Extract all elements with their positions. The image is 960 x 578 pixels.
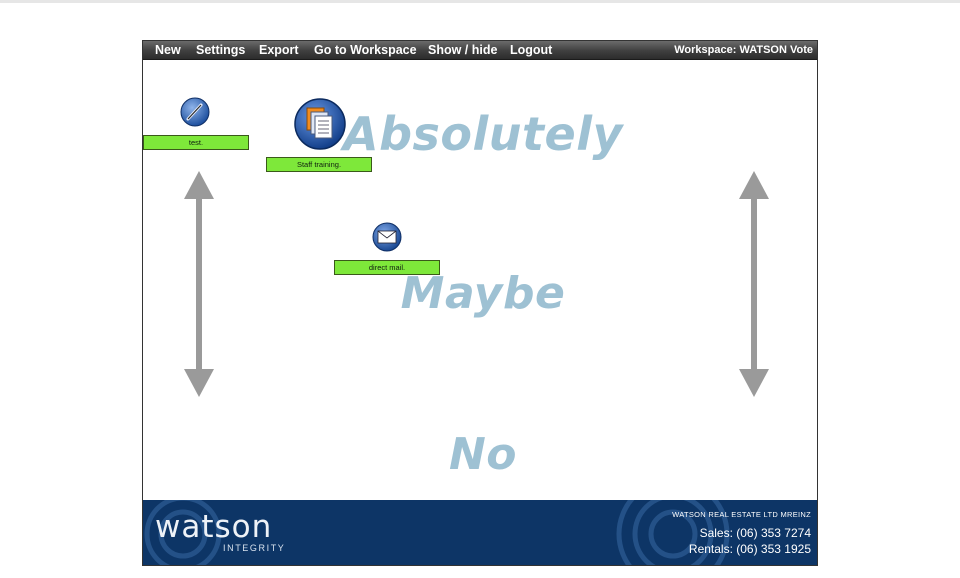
zone-label-no: No — [448, 429, 518, 480]
zone-label-maybe: Maybe — [400, 268, 566, 319]
documents-icon[interactable] — [294, 98, 346, 150]
menu-logout[interactable]: Logout — [510, 43, 552, 58]
zone-label-absolutely: Absolutely — [343, 107, 623, 161]
node-label-test[interactable]: test. — [143, 135, 249, 150]
brand-tagline: INTEGRITY — [223, 543, 286, 553]
vertical-arrow-right-icon — [739, 171, 769, 397]
browser-top-edge — [0, 0, 960, 3]
menu-settings[interactable]: Settings — [196, 43, 245, 58]
node-label-staff-training[interactable]: Staff training. — [266, 157, 372, 172]
company-name: WATSON REAL ESTATE LTD MREINZ — [672, 510, 811, 519]
vertical-arrow-left-icon — [184, 171, 214, 397]
rentals-phone: Rentals: (06) 353 1925 — [688, 542, 811, 556]
brand-logo: watson — [155, 509, 273, 545]
sales-phone: Sales: (06) 353 7274 — [699, 526, 811, 540]
pen-icon[interactable] — [180, 97, 210, 127]
menu-export[interactable]: Export — [259, 43, 299, 58]
node-label-direct-mail[interactable]: direct mail. — [334, 260, 440, 275]
workspace-window: New Settings Export Go to Workspace Show… — [142, 40, 818, 566]
menu-bar: New Settings Export Go to Workspace Show… — [143, 41, 817, 60]
footer-banner: watson INTEGRITY WATSON REAL ESTATE LTD … — [143, 500, 817, 565]
menu-go-to-workspace[interactable]: Go to Workspace — [314, 43, 417, 58]
workspace-name: Workspace: WATSON Vote — [674, 44, 813, 56]
vote-canvas[interactable]: Absolutely Maybe No test. Staff training… — [143, 60, 817, 501]
menu-new[interactable]: New — [155, 43, 181, 58]
menu-show-hide[interactable]: Show / hide — [428, 43, 497, 58]
envelope-icon[interactable] — [372, 222, 402, 252]
